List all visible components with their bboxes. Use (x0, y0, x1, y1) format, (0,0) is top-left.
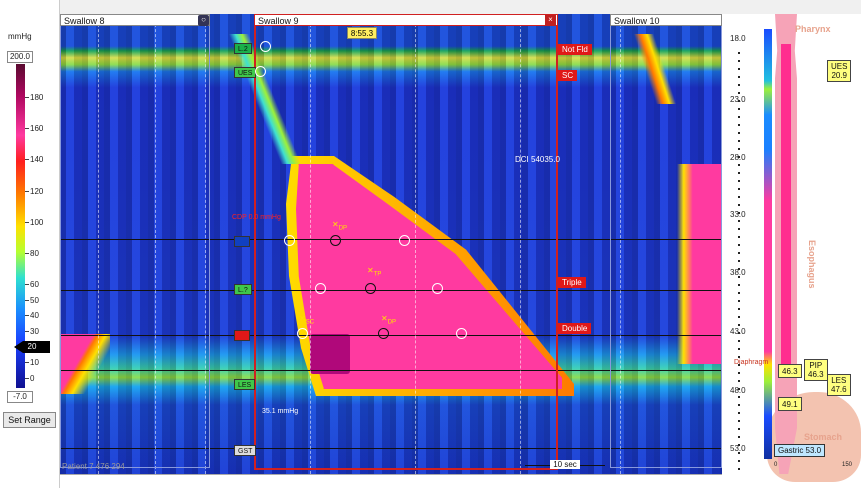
high-pressure-region (310, 334, 350, 374)
pressure-region (677, 164, 722, 364)
contour-pressure-label: 35.1 mmHg (262, 408, 299, 415)
ues-value-box[interactable]: UES 20.9 (827, 60, 852, 82)
anatomy-axis-min: 0 (774, 462, 778, 468)
ruler-tick: 53.0 (730, 444, 746, 453)
time-gridline (520, 14, 521, 474)
crosshair-handle[interactable] (399, 235, 410, 246)
crosshair-handle[interactable] (365, 283, 376, 294)
tag-triple[interactable]: Triple (558, 277, 586, 288)
ten-sec-scalebar: 10 sec (525, 460, 605, 469)
scale-tick: 10 (25, 358, 39, 367)
gastric-marker[interactable]: GST (234, 445, 257, 456)
dci-value: DCI 54035.0 (515, 155, 560, 164)
scale-tick: 180 (24, 93, 44, 102)
stomach-label: Stomach (804, 432, 843, 442)
crosshair-handle[interactable] (456, 328, 467, 339)
ues-marker[interactable]: UES (234, 67, 257, 78)
time-marker[interactable]: 8:55.3 (347, 27, 377, 39)
scale-tick: 40 (25, 311, 39, 320)
swallow-9-label[interactable]: Swallow 9 (254, 14, 558, 26)
ruler-tick: 48.0 (730, 386, 746, 395)
sensor-line (60, 370, 722, 371)
sensor-line (60, 335, 722, 336)
sensor-marker[interactable] (234, 330, 250, 341)
scale-tick: 60 (25, 280, 39, 289)
swallow-8-settings-icon[interactable]: ○ (198, 15, 209, 26)
scale-tick: 120 (24, 187, 44, 196)
time-gridline (310, 14, 311, 474)
scale-max-field[interactable]: 200.0 (7, 51, 33, 63)
crosshair-handle[interactable] (378, 328, 389, 339)
time-gridline (98, 14, 99, 474)
point-label-tp: ✕TP (367, 266, 382, 278)
pharynx-label: Pharynx (795, 24, 831, 34)
scale-tick: 80 (25, 249, 39, 258)
scale-min-field[interactable]: -7.0 (7, 391, 33, 403)
swallow-9-close-icon[interactable]: × (545, 15, 556, 26)
esophagus-lumen (781, 44, 791, 364)
les-position-box[interactable]: 49.1 (778, 397, 802, 411)
cdp-label: CDP 0.0 mmHg (232, 214, 281, 221)
ruler-tick: 43.0 (730, 327, 746, 336)
point-label-sc: ✕SC (299, 314, 315, 326)
point-label-dp: ✕DP (332, 220, 348, 232)
scale-tick: 140 (24, 155, 44, 164)
time-gridline (155, 14, 156, 474)
crosshair-handle[interactable] (297, 328, 308, 339)
swallow-10-label[interactable]: Swallow 10 (610, 14, 722, 26)
crosshair-handle[interactable] (432, 283, 443, 294)
scale-unit: mmHg (8, 32, 32, 41)
sensor-line (60, 290, 722, 291)
esophagus-pressure-bar (764, 29, 772, 459)
ruler-tick: 33.0 (730, 210, 746, 219)
esophagus-label: Esophagus (807, 240, 817, 289)
point-label-dp2: ✕DP (381, 314, 397, 326)
pip-position-box[interactable]: 46.3 (778, 364, 802, 378)
les-value-box[interactable]: LES 47.6 (827, 374, 851, 396)
pip-value-box[interactable]: PIP 46.3 (804, 359, 828, 381)
scale-tick: 0 (24, 374, 35, 383)
pressure-colorbar (16, 64, 25, 388)
sensor-line (60, 239, 722, 240)
time-gridline (205, 14, 206, 474)
swallow-8-label[interactable]: Swallow 8 (60, 14, 210, 26)
crosshair-handle[interactable] (255, 66, 266, 77)
anatomy-panel: 18.0 23.0 28.0 33.0 38.0 43.0 48.0 53.0 … (722, 14, 861, 488)
crosshair-handle[interactable] (284, 235, 295, 246)
pressure-scale: mmHg 200.0 180 160 140 120 100 80 60 50 … (0, 0, 60, 488)
time-axis (60, 474, 722, 488)
time-gridline (620, 14, 621, 474)
sensor-marker[interactable]: L.2 (234, 43, 252, 54)
crosshair-handle[interactable] (260, 41, 271, 52)
crosshair-handle[interactable] (330, 235, 341, 246)
scale-tick: 30 (25, 327, 39, 336)
tag-not-fld[interactable]: Not Fld (558, 44, 592, 55)
crosshair-handle[interactable] (315, 283, 326, 294)
sensor-dots (738, 52, 740, 472)
sensor-marker[interactable]: L.? (234, 284, 252, 295)
tag-double[interactable]: Double (558, 323, 592, 334)
pressure-region (60, 334, 110, 394)
manometry-app: mmHg 200.0 180 160 140 120 100 80 60 50 … (0, 0, 861, 488)
sensor-marker[interactable] (234, 236, 250, 247)
les-marker[interactable]: LES (234, 379, 256, 390)
pressure-topography-plot[interactable] (60, 14, 722, 474)
ruler-tick: 18.0 (730, 34, 746, 43)
ruler-tick: 38.0 (730, 268, 746, 277)
sensor-line (60, 448, 722, 449)
patient-id: Patient 7 476 294 (62, 462, 125, 471)
anatomy-axis-max: 150 (842, 462, 853, 468)
tag-sc[interactable]: SC (558, 70, 578, 81)
scale-tick: 160 (24, 124, 44, 133)
diaphragm-label: Diaphragm (734, 359, 769, 366)
time-gridline (415, 14, 416, 474)
scale-tick: 100 (24, 218, 44, 227)
ruler-tick: 28.0 (730, 153, 746, 162)
gastric-value-box[interactable]: Gastric 53.0 (774, 444, 826, 457)
pressure-wave (633, 34, 677, 104)
set-range-button[interactable]: Set Range (3, 412, 56, 428)
ruler-tick: 23.0 (730, 95, 746, 104)
scale-tick: 50 (25, 296, 39, 305)
